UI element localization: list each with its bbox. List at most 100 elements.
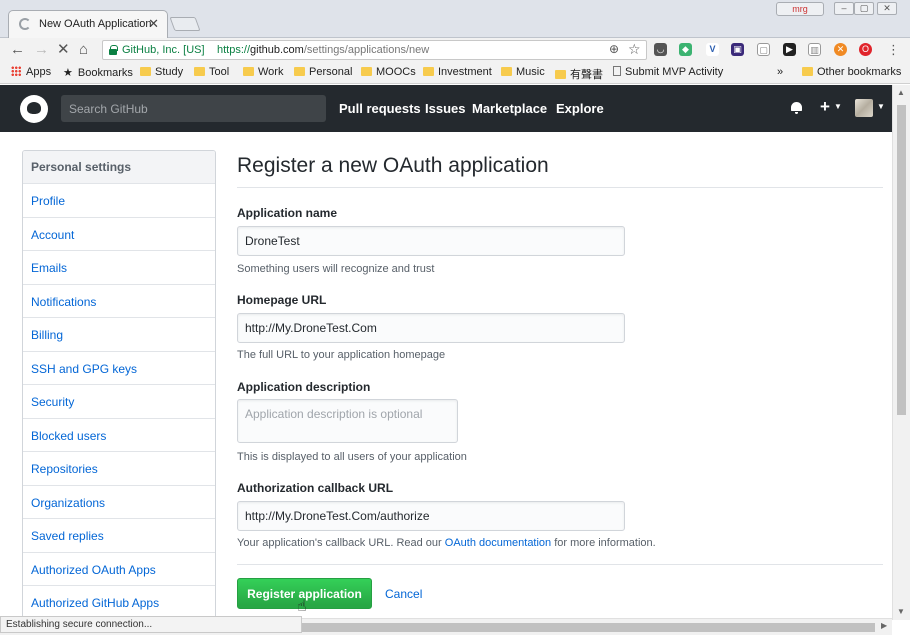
bookmark-label: Submit MVP Activity: [625, 66, 724, 78]
sidebar-item-repositories[interactable]: Repositories: [23, 452, 215, 486]
browser-toolbar: ← → ✕ ⌂ GitHub, Inc. [US] https://github…: [0, 38, 910, 62]
bookmark-personal[interactable]: Personal: [294, 66, 352, 78]
loading-spinner-icon: [19, 18, 31, 30]
browser-menu-icon[interactable]: ⋮: [887, 41, 900, 59]
search-input[interactable]: [61, 95, 326, 122]
url-text[interactable]: https://github.com/settings/applications…: [217, 44, 429, 56]
nav-marketplace[interactable]: Marketplace: [472, 101, 547, 116]
sidebar-item-billing[interactable]: Billing: [23, 318, 215, 352]
maximize-button[interactable]: ▢: [854, 2, 874, 15]
cancel-link[interactable]: Cancel: [385, 587, 422, 601]
browser-status-bar: Establishing secure connection...: [0, 616, 302, 633]
sidebar-item-authorized-github-apps[interactable]: Authorized GitHub Apps: [23, 586, 215, 620]
sidebar-item-profile[interactable]: Profile: [23, 184, 215, 218]
chevron-down-icon[interactable]: ▼: [834, 102, 842, 111]
folder-icon: [243, 67, 254, 76]
url-path: /settings/applications/new: [303, 44, 430, 56]
home-icon[interactable]: ⌂: [79, 41, 88, 59]
stop-loading-icon[interactable]: ✕: [57, 41, 70, 59]
homepage-url-note: The full URL to your application homepag…: [237, 349, 446, 361]
github-octocat-icon[interactable]: [20, 95, 48, 123]
bookmark-star-icon[interactable]: ☆: [628, 41, 641, 58]
sidebar-item-saved-replies[interactable]: Saved replies: [23, 519, 215, 553]
nav-explore[interactable]: Explore: [556, 101, 604, 116]
scroll-down-arrow-icon[interactable]: ▼: [897, 607, 905, 616]
bookmark-apps[interactable]: Apps: [11, 66, 51, 78]
homepage-url-input[interactable]: [237, 313, 625, 343]
page-icon: [613, 66, 621, 76]
horizontal-scrollbar-thumb[interactable]: [300, 623, 875, 632]
pocket-extension-icon[interactable]: ◡: [654, 43, 667, 56]
bookmark-label: MOOCs: [376, 66, 416, 78]
sidebar-item-organizations[interactable]: Organizations: [23, 486, 215, 519]
folder-icon: [361, 67, 372, 76]
app-name-input[interactable]: [237, 226, 625, 256]
bookmark-other[interactable]: Other bookmarks: [802, 66, 901, 78]
vertical-scrollbar-thumb[interactable]: [897, 105, 906, 415]
address-bar[interactable]: GitHub, Inc. [US] https://github.com/set…: [102, 40, 647, 60]
bookmark-tool[interactable]: Tool: [194, 66, 229, 78]
bookmark-moocs[interactable]: MOOCs: [361, 66, 416, 78]
tab-close-icon[interactable]: ✕: [148, 16, 159, 32]
v-extension-icon[interactable]: V: [706, 43, 719, 56]
tab-title: New OAuth Application: [39, 18, 152, 30]
green-extension-icon[interactable]: ◆: [679, 43, 692, 56]
minimize-button[interactable]: –: [834, 2, 854, 15]
bookmark-label: Work: [258, 66, 284, 78]
apps-grid-icon: [11, 66, 21, 76]
scroll-up-arrow-icon[interactable]: ▲: [897, 88, 905, 97]
window-user-badge[interactable]: mrg: [776, 2, 824, 16]
forward-arrow-icon[interactable]: →: [34, 41, 49, 59]
sidebar-item-authorized-oauth-apps[interactable]: Authorized OAuth Apps: [23, 553, 215, 586]
bookmark-work[interactable]: Work: [243, 66, 283, 78]
nav-pull-requests[interactable]: Pull requests: [339, 101, 421, 116]
folder-icon: [140, 67, 151, 76]
copy-extension-icon[interactable]: ▢: [757, 43, 770, 56]
sidebar-item-security[interactable]: Security: [23, 385, 215, 419]
orange-extension-icon[interactable]: ✕: [834, 43, 847, 56]
bookmark-label: Personal: [309, 66, 353, 78]
bookmark-audiobooks[interactable]: 有聲書: [555, 66, 603, 82]
zoom-icon[interactable]: ⊕: [609, 42, 619, 56]
oauth-documentation-link[interactable]: OAuth documentation: [445, 537, 551, 549]
bookmark-music[interactable]: Music: [501, 66, 545, 78]
callback-url-input[interactable]: [237, 501, 625, 531]
avatar[interactable]: [855, 99, 873, 117]
sidebar-item-account[interactable]: Account: [23, 218, 215, 251]
bookmark-submit-mvp[interactable]: Submit MVP Activity: [613, 66, 723, 78]
new-tab-button[interactable]: [169, 17, 201, 31]
create-new-plus-icon[interactable]: +: [820, 97, 830, 117]
browser-tab[interactable]: New OAuth Application ✕: [8, 10, 168, 38]
bookmark-study[interactable]: Study: [140, 66, 183, 78]
sidebar-item-notifications[interactable]: Notifications: [23, 285, 215, 318]
sidebar-item-emails[interactable]: Emails: [23, 251, 215, 285]
sidebar-item-blocked-users[interactable]: Blocked users: [23, 419, 215, 452]
purple-extension-icon[interactable]: ▣: [731, 43, 744, 56]
callback-note-text-end: for more information.: [551, 537, 656, 549]
bookmark-label: Study: [155, 66, 184, 78]
bookmarks-overflow-chevron-icon[interactable]: »: [777, 66, 783, 78]
sidebar-item-ssh-gpg-keys[interactable]: SSH and GPG keys: [23, 352, 215, 385]
folder-icon: [501, 67, 512, 76]
play-extension-icon[interactable]: ▶: [783, 43, 796, 56]
folder-icon: [423, 67, 434, 76]
opera-extension-icon[interactable]: O: [859, 43, 872, 56]
close-window-button[interactable]: ✕: [877, 2, 897, 15]
bookmark-label: Other bookmarks: [817, 66, 902, 78]
back-arrow-icon[interactable]: ←: [10, 41, 25, 59]
bookmark-investment[interactable]: Investment: [423, 66, 492, 78]
sidebar-heading: Personal settings: [23, 151, 215, 184]
app-description-textarea[interactable]: [237, 399, 458, 443]
reader-extension-icon[interactable]: ▥: [808, 43, 821, 56]
chevron-down-icon[interactable]: ▼: [877, 102, 885, 111]
callback-url-label: Authorization callback URL: [237, 481, 394, 495]
scroll-right-arrow-icon[interactable]: ▶: [881, 621, 887, 630]
callback-note-text: Your application's callback URL. Read ou…: [237, 537, 445, 549]
nav-issues[interactable]: Issues: [425, 101, 465, 116]
vertical-scrollbar[interactable]: ▲ ▼: [892, 85, 910, 620]
github-header: Pull requests Issues Marketplace Explore…: [0, 85, 892, 132]
page-title: Register a new OAuth application: [237, 154, 549, 177]
notifications-bell-icon[interactable]: [790, 101, 803, 114]
bookmark-bookmarks[interactable]: ★ Bookmarks: [63, 66, 133, 79]
hand-pointer-cursor-icon: ☝: [297, 598, 307, 615]
